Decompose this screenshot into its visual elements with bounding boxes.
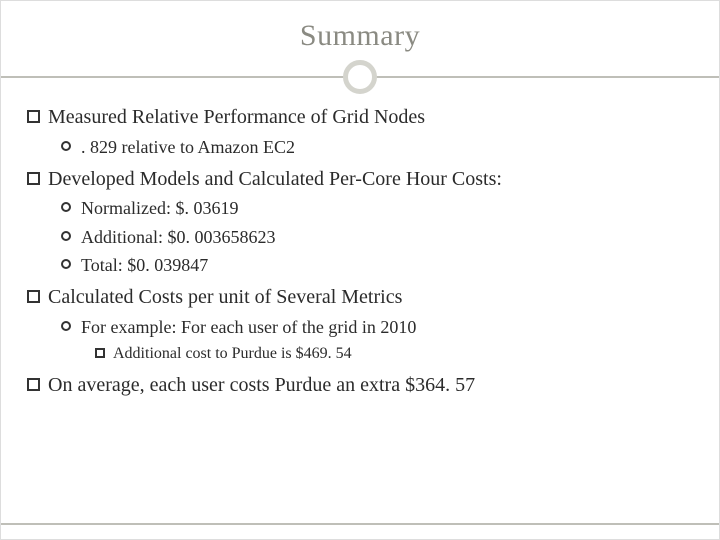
bullet-4-text: On average, each user costs Purdue an ex… — [48, 373, 475, 399]
ring-icon — [343, 60, 377, 94]
square-bullet-icon — [27, 172, 40, 185]
footer-rule — [1, 523, 719, 525]
content-area: Measured Relative Performance of Grid No… — [27, 105, 693, 398]
bullet-2-sub-1-text: Normalized: $. 03619 — [81, 196, 238, 220]
bullet-1-sub-1: . 829 relative to Amazon EC2 — [61, 135, 693, 159]
bullet-2-text: Developed Models and Calculated Per-Core… — [48, 167, 502, 193]
bullet-2: Developed Models and Calculated Per-Core… — [27, 167, 693, 193]
square-bullet-icon — [27, 378, 40, 391]
bullet-3-sub-1: For example: For each user of the grid i… — [61, 315, 693, 339]
slide-title: Summary — [27, 19, 693, 53]
bullet-3-sub-sub-1-text: Additional cost to Purdue is $469. 54 — [113, 343, 352, 365]
square-bullet-icon — [95, 348, 105, 358]
bullet-3-sub-1-text: For example: For each user of the grid i… — [81, 315, 416, 339]
circle-bullet-icon — [61, 231, 71, 241]
bullet-2-sub-3: Total: $0. 039847 — [61, 253, 693, 277]
bullet-1-text: Measured Relative Performance of Grid No… — [48, 105, 425, 131]
circle-bullet-icon — [61, 141, 71, 151]
bullet-2-sub-2-text: Additional: $0. 003658623 — [81, 225, 276, 249]
circle-bullet-icon — [61, 202, 71, 212]
bullet-2-sub-2: Additional: $0. 003658623 — [61, 225, 693, 249]
bullet-2-sub-1: Normalized: $. 03619 — [61, 196, 693, 220]
bullet-3-text: Calculated Costs per unit of Several Met… — [48, 285, 402, 311]
bullet-1-sub-1-text: . 829 relative to Amazon EC2 — [81, 135, 295, 159]
circle-bullet-icon — [61, 321, 71, 331]
bullet-1: Measured Relative Performance of Grid No… — [27, 105, 693, 131]
bullet-2-sub-3-text: Total: $0. 039847 — [81, 253, 208, 277]
bullet-3: Calculated Costs per unit of Several Met… — [27, 285, 693, 311]
title-divider — [27, 59, 693, 95]
square-bullet-icon — [27, 110, 40, 123]
bullet-3-sub-sub-1: Additional cost to Purdue is $469. 54 — [95, 343, 693, 365]
slide: Summary Measured Relative Performance of… — [0, 0, 720, 540]
circle-bullet-icon — [61, 259, 71, 269]
bullet-4: On average, each user costs Purdue an ex… — [27, 373, 693, 399]
square-bullet-icon — [27, 290, 40, 303]
